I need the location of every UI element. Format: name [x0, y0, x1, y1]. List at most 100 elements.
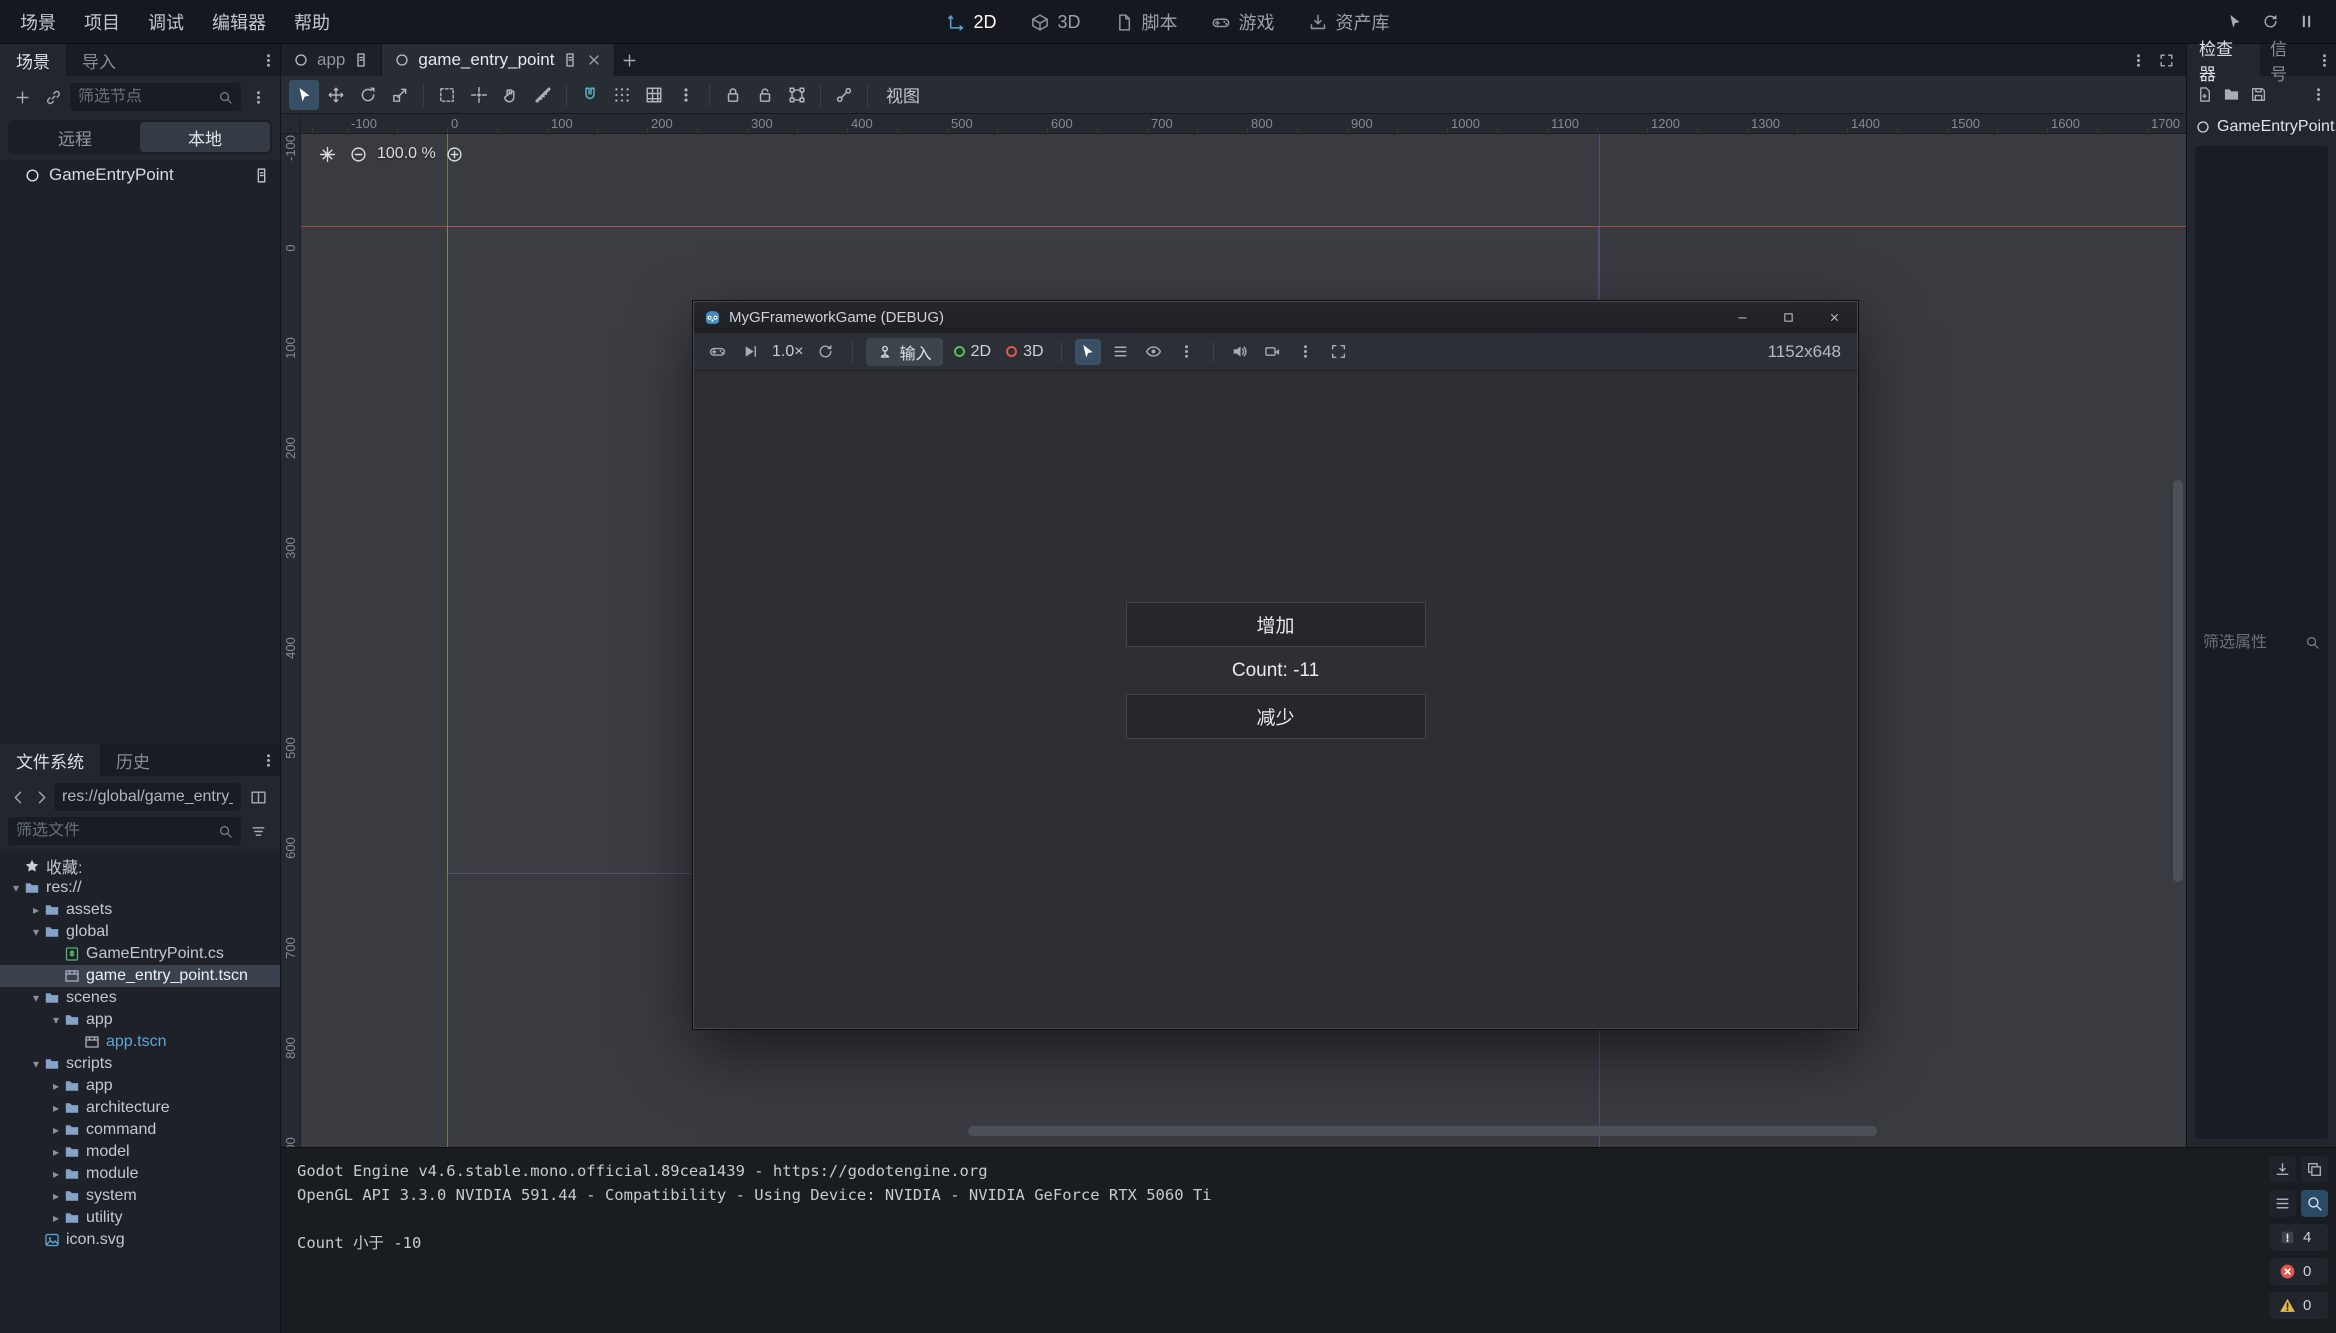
- time-scale-label[interactable]: 1.0×: [770, 343, 806, 361]
- tree-expand-icon[interactable]: ▸: [48, 1079, 64, 1093]
- menu-scene[interactable]: 场景: [6, 9, 70, 35]
- tab-history[interactable]: 历史: [100, 744, 166, 776]
- embed-fullscreen-icon[interactable]: [1326, 339, 1352, 365]
- move-tool-icon[interactable]: [321, 80, 351, 110]
- menu-editor[interactable]: 编辑器: [198, 9, 280, 35]
- sort-files-icon[interactable]: [244, 817, 272, 845]
- scene-tree-menu-icon[interactable]: [244, 83, 272, 111]
- tab-scene[interactable]: 场景: [0, 44, 66, 76]
- tree-expand-icon[interactable]: ▸: [48, 1101, 64, 1115]
- game-pick-cursor-icon[interactable]: [2220, 8, 2248, 36]
- input-mode-button[interactable]: 输入: [866, 338, 943, 366]
- unlock-node-icon[interactable]: [750, 80, 780, 110]
- message-count-badge[interactable]: 4: [2270, 1224, 2328, 1251]
- skeleton-options-icon[interactable]: [829, 80, 859, 110]
- tree-collapse-icon[interactable]: ▾: [48, 1013, 64, 1027]
- reset-icon[interactable]: [813, 339, 839, 365]
- fs-item-scripts[interactable]: ▾scripts: [0, 1053, 280, 1075]
- new-resource-icon[interactable]: [2192, 82, 2217, 107]
- tree-collapse-icon[interactable]: ▾: [28, 1057, 44, 1071]
- fs-item-icon.svg[interactable]: icon.svg: [0, 1229, 280, 1251]
- close-window-icon[interactable]: [1811, 302, 1857, 333]
- select-tool-icon[interactable]: [289, 80, 319, 110]
- menu-project[interactable]: 项目: [70, 9, 134, 35]
- 2d-canvas[interactable]: 100.0 % MyGFrameworkGame (DEBUG): [301, 134, 2186, 1147]
- fs-item-model[interactable]: ▸model: [0, 1141, 280, 1163]
- tree-expand-icon[interactable]: ▸: [48, 1189, 64, 1203]
- pause-game-icon[interactable]: [2292, 8, 2320, 36]
- scene-tab-app[interactable]: app: [281, 44, 382, 76]
- menu-help[interactable]: 帮助: [280, 9, 344, 35]
- attached-script-icon[interactable]: [253, 167, 270, 184]
- next-frame-icon[interactable]: [737, 339, 763, 365]
- inspected-node-row[interactable]: GameEntryPoint...: [2187, 109, 2336, 138]
- tree-expand-icon[interactable]: ▸: [48, 1211, 64, 1225]
- zoom-out-icon[interactable]: [346, 142, 370, 166]
- scale-tool-icon[interactable]: [385, 80, 415, 110]
- instance-scene-icon[interactable]: [39, 83, 67, 111]
- local-button[interactable]: 本地: [140, 122, 270, 152]
- error-count-badge[interactable]: 0: [2270, 1258, 2328, 1285]
- resource-options-icon[interactable]: [2306, 82, 2331, 107]
- file-filter-input[interactable]: [16, 822, 218, 840]
- tree-collapse-icon[interactable]: ▾: [28, 925, 44, 939]
- node-filter-field[interactable]: [70, 83, 241, 111]
- rect-select-icon[interactable]: [432, 80, 462, 110]
- workspace-2d[interactable]: 2D: [946, 12, 996, 33]
- maximize-window-icon[interactable]: [1765, 302, 1811, 333]
- tab-list-menu-icon[interactable]: [2124, 46, 2152, 74]
- scene-tree-root-node[interactable]: GameEntryPoint: [0, 160, 280, 190]
- snap-options-icon[interactable]: [671, 80, 701, 110]
- forward-icon[interactable]: [31, 783, 51, 811]
- workspace-game[interactable]: 游戏: [1212, 9, 1275, 35]
- toggle-split-mode-icon[interactable]: [244, 783, 272, 811]
- fs-item--[interactable]: 收藏:: [0, 855, 280, 877]
- menu-debug[interactable]: 调试: [134, 9, 198, 35]
- file-filter-field[interactable]: [8, 817, 241, 845]
- save-resource-icon[interactable]: [2246, 82, 2271, 107]
- increase-button[interactable]: 增加: [1126, 602, 1426, 647]
- fs-item-app[interactable]: ▸app: [0, 1075, 280, 1097]
- debug-session-icon[interactable]: [704, 339, 730, 365]
- game-window-titlebar[interactable]: MyGFrameworkGame (DEBUG): [694, 302, 1857, 333]
- remote-button[interactable]: 远程: [10, 122, 140, 152]
- workspace-3d[interactable]: 3D: [1031, 12, 1081, 33]
- tab-import[interactable]: 导入: [66, 44, 132, 76]
- fs-item-scenes[interactable]: ▾scenes: [0, 987, 280, 1009]
- smart-snap-icon[interactable]: [575, 80, 605, 110]
- scene-tab-game-entry-point[interactable]: game_entry_point: [382, 44, 615, 76]
- visibility-icon[interactable]: [1141, 339, 1167, 365]
- workspace-script[interactable]: 脚本: [1115, 9, 1178, 35]
- camera-override-icon[interactable]: [1260, 339, 1286, 365]
- lock-node-icon[interactable]: [718, 80, 748, 110]
- vertical-scrollbar-thumb[interactable]: [2173, 480, 2183, 882]
- load-resource-icon[interactable]: [2219, 82, 2244, 107]
- fs-item-gameentrypoint.cs[interactable]: GameEntryPoint.cs: [0, 943, 280, 965]
- zoom-in-icon[interactable]: [443, 142, 467, 166]
- workspace-assetlib[interactable]: 资产库: [1309, 9, 1390, 35]
- path-input[interactable]: [62, 788, 233, 806]
- debug-3d-toggle[interactable]: 3D: [1002, 343, 1047, 361]
- collapse-messages-icon[interactable]: [2269, 1190, 2296, 1217]
- group-node-icon[interactable]: [782, 80, 812, 110]
- node-list-icon[interactable]: [1108, 339, 1134, 365]
- warning-count-badge[interactable]: 0: [2270, 1292, 2328, 1319]
- fs-item-res-[interactable]: ▾res://: [0, 877, 280, 899]
- filesystem-menu-icon[interactable]: [256, 748, 280, 772]
- add-node-icon[interactable]: [8, 83, 36, 111]
- tree-expand-icon[interactable]: ▸: [48, 1123, 64, 1137]
- pan-tool-icon[interactable]: [496, 80, 526, 110]
- inspector-menu-icon[interactable]: [2313, 48, 2336, 72]
- fs-item-global[interactable]: ▾global: [0, 921, 280, 943]
- tab-inspector[interactable]: 检查器: [2187, 44, 2260, 76]
- tree-expand-icon[interactable]: ▸: [28, 903, 44, 917]
- new-scene-tab-icon[interactable]: [615, 46, 643, 74]
- pick-options-icon[interactable]: [1174, 339, 1200, 365]
- camera-options-icon[interactable]: [1293, 339, 1319, 365]
- fs-item-assets[interactable]: ▸assets: [0, 899, 280, 921]
- tree-collapse-icon[interactable]: ▾: [8, 881, 24, 895]
- pivot-tool-icon[interactable]: [464, 80, 494, 110]
- tab-filesystem[interactable]: 文件系统: [0, 744, 100, 776]
- decrease-button[interactable]: 减少: [1126, 694, 1426, 739]
- fs-item-module[interactable]: ▸module: [0, 1163, 280, 1185]
